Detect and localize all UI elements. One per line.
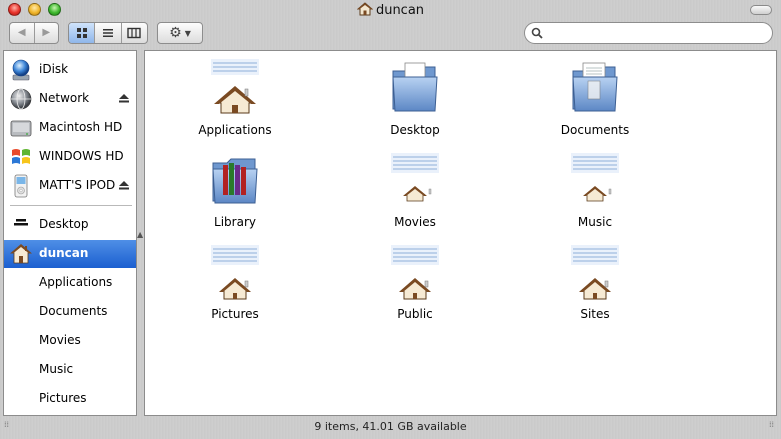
network-globe-icon bbox=[10, 88, 32, 110]
home-thumbnail-icon bbox=[571, 153, 619, 202]
sidebar-item-pictures[interactable]: Pictures bbox=[4, 385, 136, 413]
file-item-label: Applications bbox=[198, 123, 272, 137]
sidebar-item-label: Movies bbox=[39, 333, 81, 347]
windows-drive-icon bbox=[12, 149, 30, 164]
file-item-label: Music bbox=[577, 215, 613, 229]
sidebar-item-label: Applications bbox=[39, 275, 113, 289]
file-item-label: Desktop bbox=[390, 123, 440, 137]
eject-icon[interactable] bbox=[118, 179, 130, 191]
sidebar-item-label: WINDOWS HD bbox=[39, 149, 124, 163]
file-item-label: Sites bbox=[580, 307, 610, 321]
documents-folder-icon bbox=[572, 62, 618, 112]
title-bar[interactable]: duncan bbox=[0, 0, 781, 20]
search-field[interactable] bbox=[524, 22, 773, 44]
sidebar-item-desktop[interactable]: Desktop bbox=[4, 211, 136, 239]
file-item-pictures[interactable]: Pictures bbox=[145, 243, 325, 333]
file-item-library[interactable]: Library bbox=[145, 151, 325, 241]
home-thumbnail-icon bbox=[391, 153, 439, 202]
sidebar-item-documents[interactable]: Documents bbox=[4, 298, 136, 326]
sidebar-item-label: duncan bbox=[39, 246, 89, 260]
window-title-text: duncan bbox=[375, 3, 425, 18]
home-thumbnail-icon bbox=[211, 59, 259, 114]
forward-button[interactable]: ▶ bbox=[35, 23, 59, 43]
sidebar-splitter-handle[interactable]: ▲ bbox=[137, 228, 143, 242]
file-item-sites[interactable]: Sites bbox=[505, 243, 685, 333]
icon-view-button[interactable] bbox=[69, 23, 96, 43]
file-item-label: Public bbox=[397, 307, 433, 321]
search-input[interactable] bbox=[547, 25, 769, 43]
status-text: 9 items, 41.01 GB available bbox=[314, 420, 467, 433]
view-mode-group bbox=[68, 22, 148, 44]
action-menu-button[interactable]: ⚙ ▼ bbox=[157, 22, 203, 44]
home-thumbnail-icon bbox=[211, 245, 259, 300]
file-item-applications[interactable]: Applications bbox=[145, 59, 325, 149]
library-folder-icon bbox=[212, 158, 258, 204]
sidebar-item-label: Pictures bbox=[39, 391, 87, 405]
file-item-label: Pictures bbox=[211, 307, 259, 321]
sidebar-item-label: MATT'S IPOD bbox=[39, 178, 116, 192]
sidebar-item-ipod[interactable]: MATT'S IPOD bbox=[4, 172, 136, 200]
sidebar-item-applications[interactable]: Applications bbox=[4, 269, 136, 297]
back-forward-group: ◀ ▶ bbox=[9, 22, 59, 44]
file-item-label: Documents bbox=[560, 123, 630, 137]
file-item-documents[interactable]: Documents bbox=[505, 59, 685, 149]
sidebar-item-macintosh-hd[interactable]: Macintosh HD bbox=[4, 114, 136, 142]
home-icon bbox=[356, 2, 373, 16]
column-view-icon bbox=[127, 27, 142, 39]
sidebar-item-label: iDisk bbox=[39, 62, 69, 76]
hard-drive-icon bbox=[10, 120, 32, 137]
file-item-label: Library bbox=[214, 215, 256, 229]
home-icon bbox=[10, 244, 32, 264]
sidebar-item-movies[interactable]: Movies bbox=[4, 327, 136, 355]
sidebar-divider bbox=[10, 205, 132, 206]
icon-view-icon bbox=[76, 28, 87, 38]
file-item-label: Movies bbox=[394, 215, 436, 229]
sidebar-resize-grip-icon[interactable]: ⁞⁞ bbox=[4, 421, 9, 429]
file-browser-area[interactable]: Applications Desktop Documents Library M… bbox=[144, 50, 777, 416]
finder-window: duncan ◀ ▶ ⚙ ▼ iDisk Network Macintosh H… bbox=[0, 0, 781, 439]
gear-icon: ⚙ bbox=[169, 25, 182, 41]
file-item-music[interactable]: Music bbox=[505, 151, 685, 241]
chevron-down-icon: ▼ bbox=[184, 28, 191, 38]
window-resize-grip-icon[interactable]: ⁞⁞ bbox=[769, 421, 774, 429]
home-thumbnail-icon bbox=[571, 245, 619, 300]
sidebar: iDisk Network Macintosh HD WINDOWS HD MA… bbox=[3, 50, 137, 416]
file-item-desktop[interactable]: Desktop bbox=[325, 59, 505, 149]
sidebar-item-idisk[interactable]: iDisk bbox=[4, 56, 136, 84]
desktop-icon bbox=[14, 219, 28, 226]
sidebar-item-label: Macintosh HD bbox=[39, 120, 123, 134]
eject-icon[interactable] bbox=[118, 92, 130, 104]
list-view-button[interactable] bbox=[95, 23, 122, 43]
sidebar-item-music[interactable]: Music bbox=[4, 356, 136, 384]
column-view-button[interactable] bbox=[122, 23, 147, 43]
sidebar-item-label: Music bbox=[39, 362, 74, 376]
idisk-icon bbox=[12, 59, 30, 81]
sidebar-item-label: Documents bbox=[39, 304, 108, 318]
back-button[interactable]: ◀ bbox=[10, 23, 35, 43]
search-icon bbox=[531, 27, 543, 39]
ipod-icon bbox=[14, 174, 28, 198]
list-view-icon bbox=[102, 29, 113, 37]
file-item-movies[interactable]: Movies bbox=[325, 151, 505, 241]
sidebar-item-windows-hd[interactable]: WINDOWS HD bbox=[4, 143, 136, 171]
file-item-public[interactable]: Public bbox=[325, 243, 505, 333]
window-title: duncan bbox=[0, 2, 781, 18]
toolbar-toggle-button[interactable] bbox=[750, 5, 772, 15]
status-bar: 9 items, 41.01 GB available bbox=[0, 416, 781, 439]
sidebar-item-label: Desktop bbox=[39, 217, 89, 231]
sidebar-item-network[interactable]: Network bbox=[4, 85, 136, 113]
sidebar-item-duncan[interactable]: duncan bbox=[4, 240, 136, 268]
folder-icon bbox=[392, 62, 438, 112]
sidebar-item-label: Network bbox=[39, 91, 90, 105]
home-thumbnail-icon bbox=[391, 245, 439, 300]
